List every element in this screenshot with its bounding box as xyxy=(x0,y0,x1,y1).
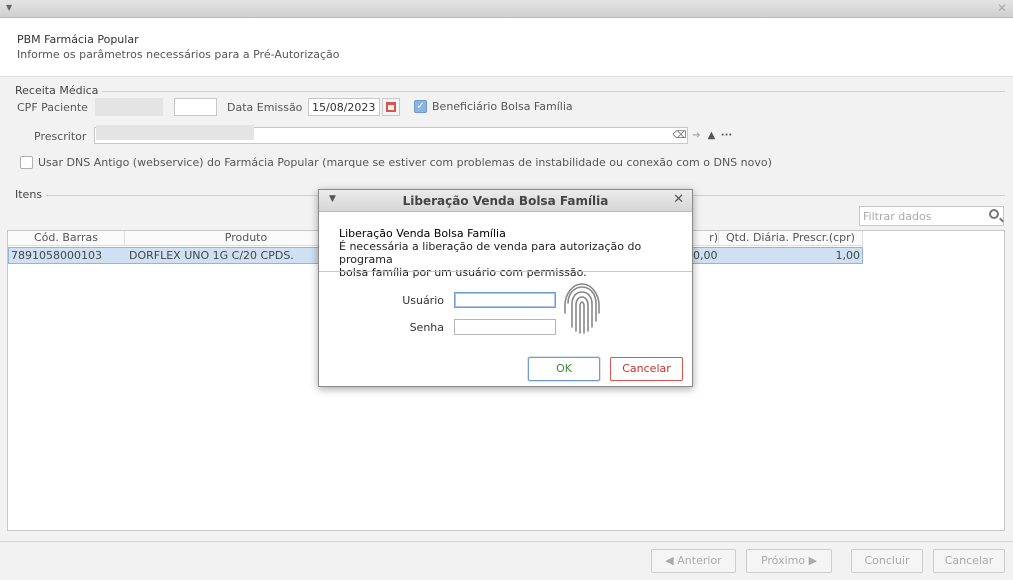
clear-icon[interactable]: ⌫ xyxy=(672,129,687,143)
close-icon[interactable]: ✕ xyxy=(997,1,1007,15)
page-header: PBM Farmácia Popular Informe os parâmetr… xyxy=(0,18,1013,77)
window-titlebar: ▼ ✕ xyxy=(0,0,1013,18)
dialog-message-line2: bolsa família por um usuário com permiss… xyxy=(339,266,587,279)
calendar-icon[interactable] xyxy=(382,98,400,116)
receita-group-title: Receita Médica xyxy=(15,84,103,97)
usuario-input[interactable] xyxy=(454,292,556,308)
dns-label: Usar DNS Antigo (webservice) do Farmácia… xyxy=(38,156,772,169)
filter-input[interactable]: Filtrar dados xyxy=(859,206,1004,226)
prescritor-masked-value xyxy=(96,125,254,140)
dialog-heading: Liberação Venda Bolsa Família xyxy=(339,227,506,240)
dialog-titlebar: ▼ Liberação Venda Bolsa Família ✕ xyxy=(319,190,692,212)
liberacao-dialog: ▼ Liberação Venda Bolsa Família ✕ Libera… xyxy=(318,189,693,387)
cell-produto: DORFLEX UNO 1G C/20 CPDS. xyxy=(129,249,294,262)
arrow-right-icon: ▶ xyxy=(805,554,818,567)
concluir-button[interactable]: Concluir xyxy=(851,549,923,573)
arrow-left-icon: ◀ xyxy=(665,554,678,567)
column-header-cod-barras[interactable]: Cód. Barras xyxy=(8,231,125,246)
data-emissao-label: Data Emissão xyxy=(227,101,303,114)
column-header-qtd-diaria[interactable]: Qtd. Diária. Prescr.(cpr) xyxy=(719,231,863,246)
cell-cod-barras: 7891058000103 xyxy=(11,249,102,262)
dns-checkbox[interactable] xyxy=(20,156,33,169)
beneficiario-label: Beneficiário Bolsa Família xyxy=(432,100,573,113)
proximo-button[interactable]: Próximo ▶ xyxy=(746,549,832,573)
close-icon[interactable]: ✕ xyxy=(673,192,684,207)
usuario-label: Usuário xyxy=(402,294,444,307)
group-divider xyxy=(15,91,1005,92)
data-emissao-field[interactable]: 15/08/2023 xyxy=(308,98,380,116)
fingerprint-icon xyxy=(564,283,600,334)
arrow-up-icon[interactable]: ▲ xyxy=(704,129,719,143)
cpf-masked-value xyxy=(95,98,163,116)
anterior-button[interactable]: ◀ Anterior xyxy=(651,549,736,573)
dialog-message-line1: É necessária a liberação de venda para a… xyxy=(339,240,642,266)
beneficiario-checkbox[interactable]: ✓ xyxy=(414,100,427,113)
senha-input[interactable] xyxy=(454,319,556,335)
cpf-label: CPF Paciente xyxy=(17,101,88,114)
cell-qtd-diaria: 1,00 xyxy=(835,249,861,262)
arrow-right-icon[interactable]: ➔ xyxy=(689,129,704,143)
cpf-field[interactable] xyxy=(174,98,217,116)
chevron-down-icon[interactable]: ▼ xyxy=(6,3,12,12)
senha-label: Senha xyxy=(409,321,444,334)
cell-partial: 0,00 xyxy=(693,249,718,262)
ok-button[interactable]: OK xyxy=(528,357,600,381)
column-header-partial[interactable]: r) xyxy=(691,231,719,246)
search-icon[interactable] xyxy=(989,209,999,219)
dialog-divider xyxy=(319,271,692,272)
prescritor-label: Prescritor xyxy=(34,130,87,143)
filter-placeholder: Filtrar dados xyxy=(863,210,932,223)
dialog-title: Liberação Venda Bolsa Família xyxy=(402,194,609,208)
page-title: PBM Farmácia Popular xyxy=(17,33,139,46)
cancelar-button[interactable]: Cancelar xyxy=(933,549,1005,573)
page-subtitle: Informe os parâmetros necessários para a… xyxy=(17,48,340,61)
footer-divider xyxy=(0,541,1013,542)
itens-group-title: Itens xyxy=(15,188,47,201)
dialog-cancel-button[interactable]: Cancelar xyxy=(610,357,683,381)
more-icon[interactable]: ··· xyxy=(719,129,734,143)
